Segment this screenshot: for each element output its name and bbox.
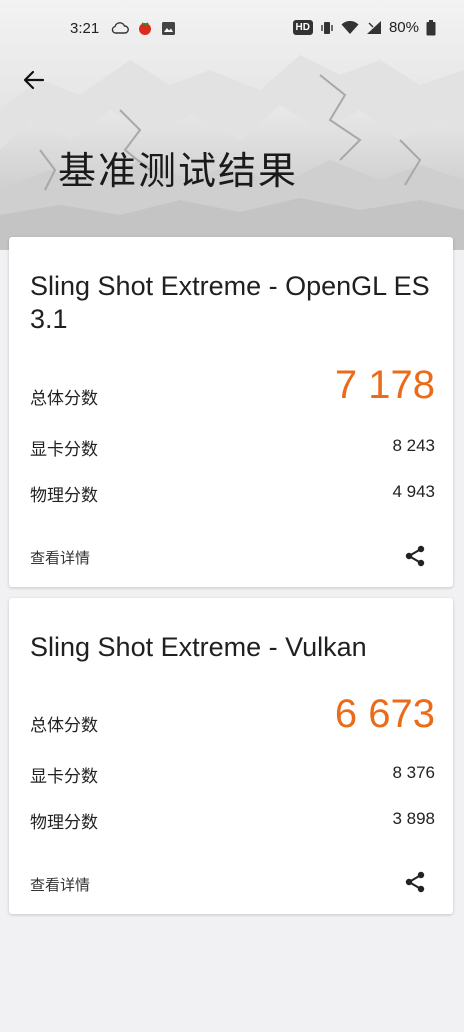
share-icon (405, 545, 425, 567)
physics-score-value: 3 898 (392, 809, 435, 828)
view-details-link[interactable]: 查看详情 (30, 547, 90, 568)
overall-score-value: 6 673 (334, 692, 435, 736)
system-status-icons: HD 80% (292, 19, 436, 36)
physics-score-label: 物理分数 (30, 813, 98, 833)
image-icon (162, 21, 175, 35)
physics-score-label: 物理分数 (30, 486, 98, 506)
status-time: 3:21 (70, 20, 100, 37)
graphics-score-value: 8 243 (392, 436, 435, 455)
share-button[interactable] (401, 868, 429, 896)
arrow-left-icon (23, 70, 45, 90)
battery-icon (426, 19, 436, 35)
physics-score-value: 4 943 (392, 482, 435, 501)
vibrate-icon (321, 21, 333, 34)
header-banner: 3:21 HD 80% 基准测试结果 (0, 0, 464, 250)
cloud-icon (111, 22, 129, 34)
share-button[interactable] (401, 542, 429, 570)
result-card-opengl: Sling Shot Extreme - OpenGL ES 3.1 总体分数 … (9, 237, 453, 587)
share-icon (405, 871, 425, 893)
graphics-score-label: 显卡分数 (30, 767, 98, 787)
overall-score-value: 7 178 (334, 363, 435, 407)
overall-score-label: 总体分数 (30, 716, 98, 736)
wifi-icon (341, 20, 359, 34)
signal-icon (366, 21, 381, 34)
hd-badge: HD (292, 20, 313, 35)
battery-percent: 80% (388, 19, 419, 36)
status-bar: 3:21 HD 80% (0, 0, 464, 60)
tomato-app-icon (139, 22, 151, 35)
test-name: Sling Shot Extreme - OpenGL ES 3.1 (30, 271, 430, 334)
result-card-vulkan: Sling Shot Extreme - Vulkan 总体分数 6 673 显… (9, 598, 453, 914)
page-title: 基准测试结果 (58, 149, 299, 193)
graphics-score-value: 8 376 (392, 763, 435, 782)
graphics-score-label: 显卡分数 (30, 440, 98, 460)
view-details-link[interactable]: 查看详情 (30, 874, 90, 895)
test-name: Sling Shot Extreme - Vulkan (30, 632, 367, 662)
notification-icons (111, 20, 176, 36)
back-button[interactable] (18, 64, 50, 96)
overall-score-label: 总体分数 (30, 389, 98, 409)
